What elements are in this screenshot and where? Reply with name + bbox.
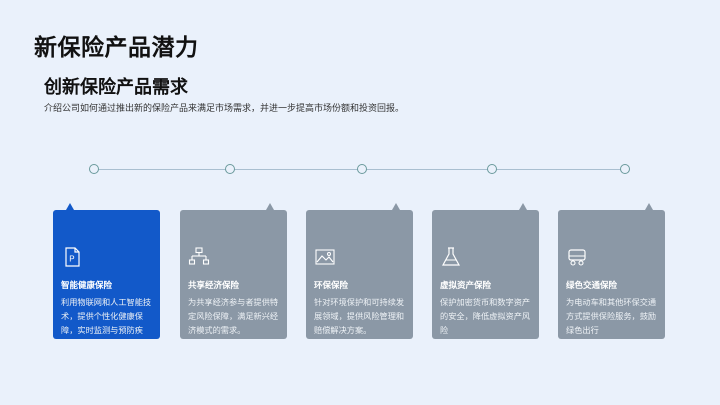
card-description: 利用物联网和人工智能技术，提供个性化健康保障，实时监测与预防疾病。 bbox=[61, 297, 152, 335]
card-title: 绿色交通保险 bbox=[566, 281, 618, 291]
card-title: 环保保险 bbox=[314, 281, 349, 291]
card-virtual-asset-insurance[interactable]: 虚拟资产保险 保护加密货币和数字资产的安全，降低虚拟资产风险 bbox=[432, 210, 539, 339]
document-p-icon: P bbox=[65, 247, 80, 267]
card-smart-health-insurance[interactable]: P 智能健康保险 利用物联网和人工智能技术，提供个性化健康保障，实时监测与预防疾… bbox=[53, 210, 160, 339]
timeline-dot-3[interactable] bbox=[357, 164, 367, 174]
svg-text:P: P bbox=[69, 255, 74, 264]
flask-icon bbox=[441, 247, 461, 266]
card-description: 保护加密货币和数字资产的安全，降低虚拟资产风险 bbox=[440, 297, 531, 335]
card-pointer bbox=[519, 203, 527, 210]
card-sharing-economy-insurance[interactable]: 共享经济保险 为共享经济参与者提供特定风险保障，满足新兴经济模式的需求。 bbox=[180, 210, 287, 339]
landscape-icon bbox=[315, 249, 335, 265]
card-pointer bbox=[645, 203, 653, 210]
card-description: 针对环境保护和可持续发展领域，提供风险管理和赔偿解决方案。 bbox=[314, 297, 405, 335]
page-title: 新保险产品潜力 bbox=[34, 35, 199, 61]
timeline-dot-5[interactable] bbox=[620, 164, 630, 174]
card-pointer bbox=[266, 203, 274, 210]
section-description: 介绍公司如何通过推出新的保险产品来满足市场需求，并进一步提高市场份额和投资回报。 bbox=[44, 104, 405, 114]
card-environmental-insurance[interactable]: 环保保险 针对环境保护和可持续发展领域，提供风险管理和赔偿解决方案。 bbox=[306, 210, 413, 339]
card-title: 虚拟资产保险 bbox=[440, 281, 492, 291]
timeline-dot-4[interactable] bbox=[487, 164, 497, 174]
timeline-dot-1[interactable] bbox=[89, 164, 99, 174]
card-title: 共享经济保险 bbox=[188, 281, 240, 291]
card-pointer bbox=[66, 203, 74, 210]
card-green-transport-insurance[interactable]: 绿色交通保险 为电动车和其他环保交通方式提供保险服务，鼓励绿色出行 bbox=[558, 210, 665, 339]
vehicle-icon bbox=[568, 249, 586, 266]
section-title: 创新保险产品需求 bbox=[44, 77, 188, 98]
card-pointer bbox=[392, 203, 400, 210]
card-title: 智能健康保险 bbox=[61, 281, 113, 291]
timeline-dot-2[interactable] bbox=[225, 164, 235, 174]
network-icon bbox=[188, 247, 210, 265]
card-description: 为电动车和其他环保交通方式提供保险服务，鼓励绿色出行 bbox=[566, 297, 657, 335]
card-description: 为共享经济参与者提供特定风险保障，满足新兴经济模式的需求。 bbox=[188, 297, 279, 335]
